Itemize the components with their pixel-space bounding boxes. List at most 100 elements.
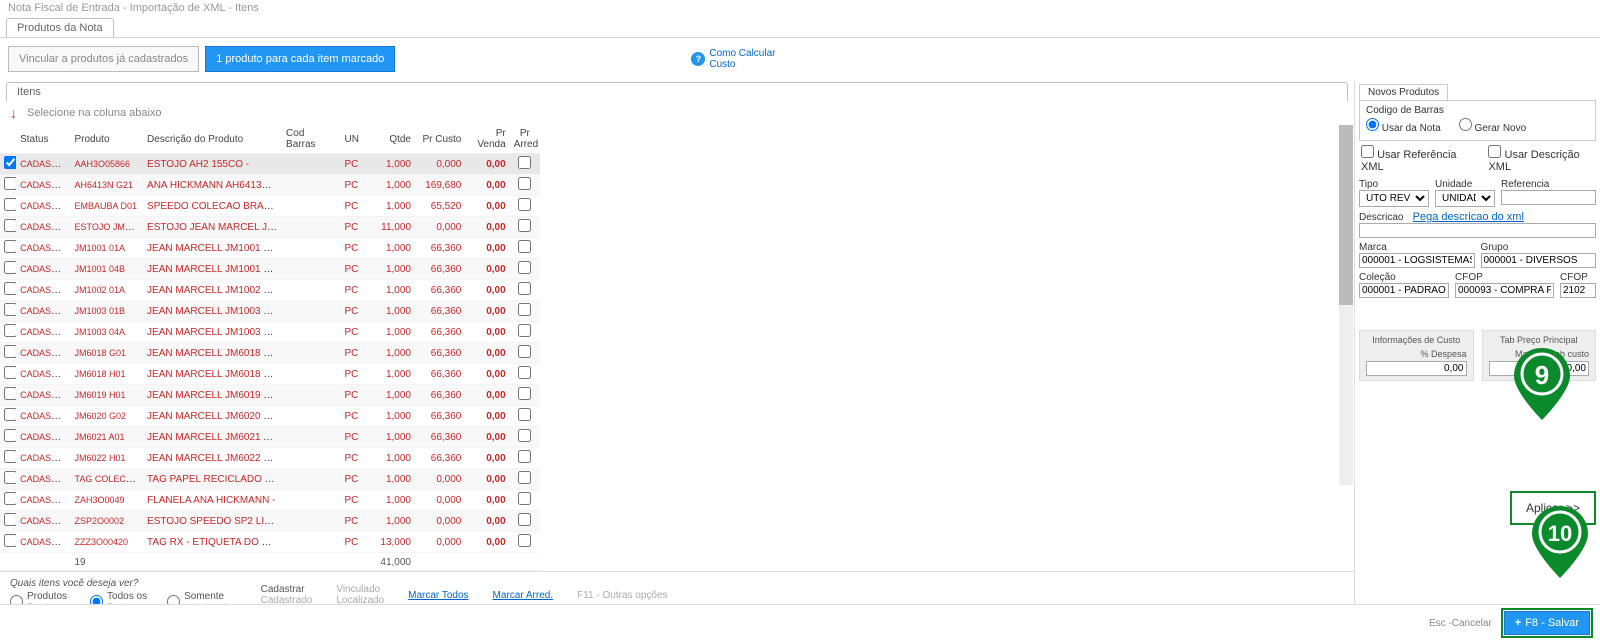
chk-usar-desc[interactable]: Usar Descrição XML	[1488, 145, 1594, 173]
row-checkbox[interactable]	[4, 219, 16, 232]
marca-input[interactable]	[1359, 253, 1475, 268]
un-cell: PC	[344, 432, 358, 443]
row-checkbox[interactable]	[4, 345, 16, 358]
unidade-select[interactable]: UNIDADE	[1435, 190, 1495, 207]
arred-checkbox[interactable]	[518, 534, 531, 547]
table-row[interactable]: CADASTRARJM1002 01AJEAN MARCELL JM1002 0…	[0, 280, 540, 301]
radio-gerar-novo[interactable]: Gerar Novo	[1459, 118, 1526, 134]
marcar-todos-link[interactable]: Marcar Todos	[408, 590, 468, 601]
arred-checkbox[interactable]	[518, 345, 531, 358]
arred-checkbox[interactable]	[518, 408, 531, 421]
arred-checkbox[interactable]	[518, 198, 531, 211]
row-checkbox[interactable]	[4, 429, 16, 442]
table-row[interactable]: CADASTRARAAH3O05866ESTOJO AH2 155CO -PC1…	[0, 154, 540, 175]
row-checkbox[interactable]	[4, 387, 16, 400]
table-row[interactable]: CADASTRARJM1001 04BJEAN MARCELL JM1001 0…	[0, 259, 540, 280]
pega-desc-link[interactable]: Pega descricao do xml	[1413, 211, 1524, 223]
radio-usar-nota[interactable]: Usar da Nota	[1366, 118, 1441, 134]
table-row[interactable]: CADASTRARJM6018 G01JEAN MARCELL JM6018 G…	[0, 343, 540, 364]
row-checkbox[interactable]	[4, 282, 16, 295]
row-checkbox[interactable]	[4, 198, 16, 211]
esc-cancelar[interactable]: Esc -Cancelar	[1429, 618, 1492, 629]
row-checkbox[interactable]	[4, 513, 16, 526]
row-checkbox[interactable]	[4, 471, 16, 484]
row-checkbox[interactable]	[4, 240, 16, 253]
help-icon: ?	[691, 52, 705, 66]
col-un[interactable]: UN	[340, 125, 366, 154]
cfop-input[interactable]	[1455, 283, 1554, 298]
colecao-input[interactable]	[1359, 283, 1449, 298]
venda-cell: 0,00	[486, 306, 505, 317]
table-row[interactable]: CADASTRARESTOJO JM1 LINHAESTOJO JEAN MAR…	[0, 217, 540, 238]
vincular-button[interactable]: Vincular a produtos já cadastrados	[8, 46, 199, 72]
col-qtde[interactable]: Qtde	[367, 125, 415, 154]
tipo-select[interactable]: UTO REVENDA	[1359, 190, 1429, 207]
arred-checkbox[interactable]	[518, 513, 531, 526]
arred-checkbox[interactable]	[518, 450, 531, 463]
table-row[interactable]: CADASTRARJM6022 H01JEAN MARCELL JM6022 H…	[0, 448, 540, 469]
table-row[interactable]: CADASTRARJM6020 G02JEAN MARCELL JM6020 G…	[0, 406, 540, 427]
cfop2-input[interactable]	[1560, 283, 1596, 298]
descricao-input[interactable]	[1359, 223, 1596, 238]
arred-checkbox[interactable]	[518, 324, 531, 337]
arred-checkbox[interactable]	[518, 261, 531, 274]
referencia-input[interactable]	[1501, 190, 1596, 205]
row-checkbox[interactable]	[4, 408, 16, 421]
vertical-scrollbar[interactable]	[1339, 125, 1353, 485]
col-venda[interactable]: Pr Venda	[465, 125, 509, 154]
arred-checkbox[interactable]	[518, 387, 531, 400]
venda-cell: 0,00	[486, 264, 505, 275]
col-arred[interactable]: Pr Arred	[510, 125, 540, 154]
col-produto[interactable]: Produto	[71, 125, 144, 154]
aplicar-button[interactable]: Aplicar >>	[1510, 491, 1596, 525]
arred-checkbox[interactable]	[518, 156, 531, 169]
help-como-calcular[interactable]: ? Como CalcularCusto	[691, 48, 775, 70]
tab-novos-produtos[interactable]: Novos Produtos	[1359, 84, 1448, 100]
table-row[interactable]: CADASTRARJM6021 A01JEAN MARCELL JM6021 A…	[0, 427, 540, 448]
row-checkbox[interactable]	[4, 324, 16, 337]
row-checkbox[interactable]	[4, 261, 16, 274]
arred-checkbox[interactable]	[518, 471, 531, 484]
table-row[interactable]: CADASTRARJM1003 04AJEAN MARCELL JM1003 0…	[0, 322, 540, 343]
row-checkbox[interactable]	[4, 450, 16, 463]
col-status[interactable]: Status	[16, 125, 70, 154]
row-checkbox[interactable]	[4, 156, 16, 169]
pct-despesa-input[interactable]	[1366, 361, 1467, 376]
table-row[interactable]: CADASTRARJM6018 H01JEAN MARCELL JM6018 H…	[0, 364, 540, 385]
table-row[interactable]: CADASTRARJM1001 01AJEAN MARCELL JM1001 0…	[0, 238, 540, 259]
marcar-arred-link[interactable]: Marcar Arred.	[493, 590, 554, 601]
chk-usar-ref[interactable]: Usar Referência XML	[1361, 145, 1470, 173]
table-row[interactable]: CADASTRARTAG COLECAO BRASTAG PAPEL RECIC…	[0, 469, 540, 490]
table-row[interactable]: CADASTRARZAH3O0049FLANELA ANA HICKMANN -…	[0, 490, 540, 511]
margem-input[interactable]	[1489, 361, 1590, 376]
arred-checkbox[interactable]	[518, 303, 531, 316]
col-custo[interactable]: Pr Custo	[415, 125, 465, 154]
row-checkbox[interactable]	[4, 177, 16, 190]
salvar-button[interactable]: +F8 - Salvar	[1504, 611, 1590, 635]
table-row[interactable]: CADASTRARJM1003 01BJEAN MARCELL JM1003 0…	[0, 301, 540, 322]
table-row[interactable]: CADASTRARZSP2O0002ESTOJO SPEEDO SP2 LINH…	[0, 511, 540, 532]
descricao-cell: JEAN MARCELL JM1003 04A 54 -	[147, 327, 282, 338]
arred-checkbox[interactable]	[518, 240, 531, 253]
row-checkbox[interactable]	[4, 534, 16, 547]
tab-produtos-nota[interactable]: Produtos da Nota	[6, 18, 114, 37]
tab-itens[interactable]: Itens	[6, 82, 1348, 101]
row-checkbox[interactable]	[4, 303, 16, 316]
arred-checkbox[interactable]	[518, 366, 531, 379]
table-row[interactable]: CADASTRARJM6019 H01JEAN MARCELL JM6019 H…	[0, 385, 540, 406]
table-row[interactable]: CADASTRAREMBAUBA D01SPEEDO COLECAO BRASI…	[0, 196, 540, 217]
row-checkbox[interactable]	[4, 492, 16, 505]
arred-checkbox[interactable]	[518, 177, 531, 190]
arred-checkbox[interactable]	[518, 429, 531, 442]
grupo-input[interactable]	[1481, 253, 1597, 268]
col-descricao[interactable]: Descrição do Produto	[143, 125, 282, 154]
um-produto-button[interactable]: 1 produto para cada item marcado	[205, 46, 395, 72]
row-checkbox[interactable]	[4, 366, 16, 379]
arred-checkbox[interactable]	[518, 219, 531, 232]
table-row[interactable]: CADASTRARZZZ3O00420TAG RX - ETIQUETA DO …	[0, 532, 540, 553]
arred-checkbox[interactable]	[518, 282, 531, 295]
table-row[interactable]: CADASTRARAH6413N G21ANA HICKMANN AH6413N…	[0, 175, 540, 196]
col-barras[interactable]: Cod Barras	[282, 125, 340, 154]
arred-checkbox[interactable]	[518, 492, 531, 505]
produto-cell: JM1002 01A	[75, 285, 126, 295]
